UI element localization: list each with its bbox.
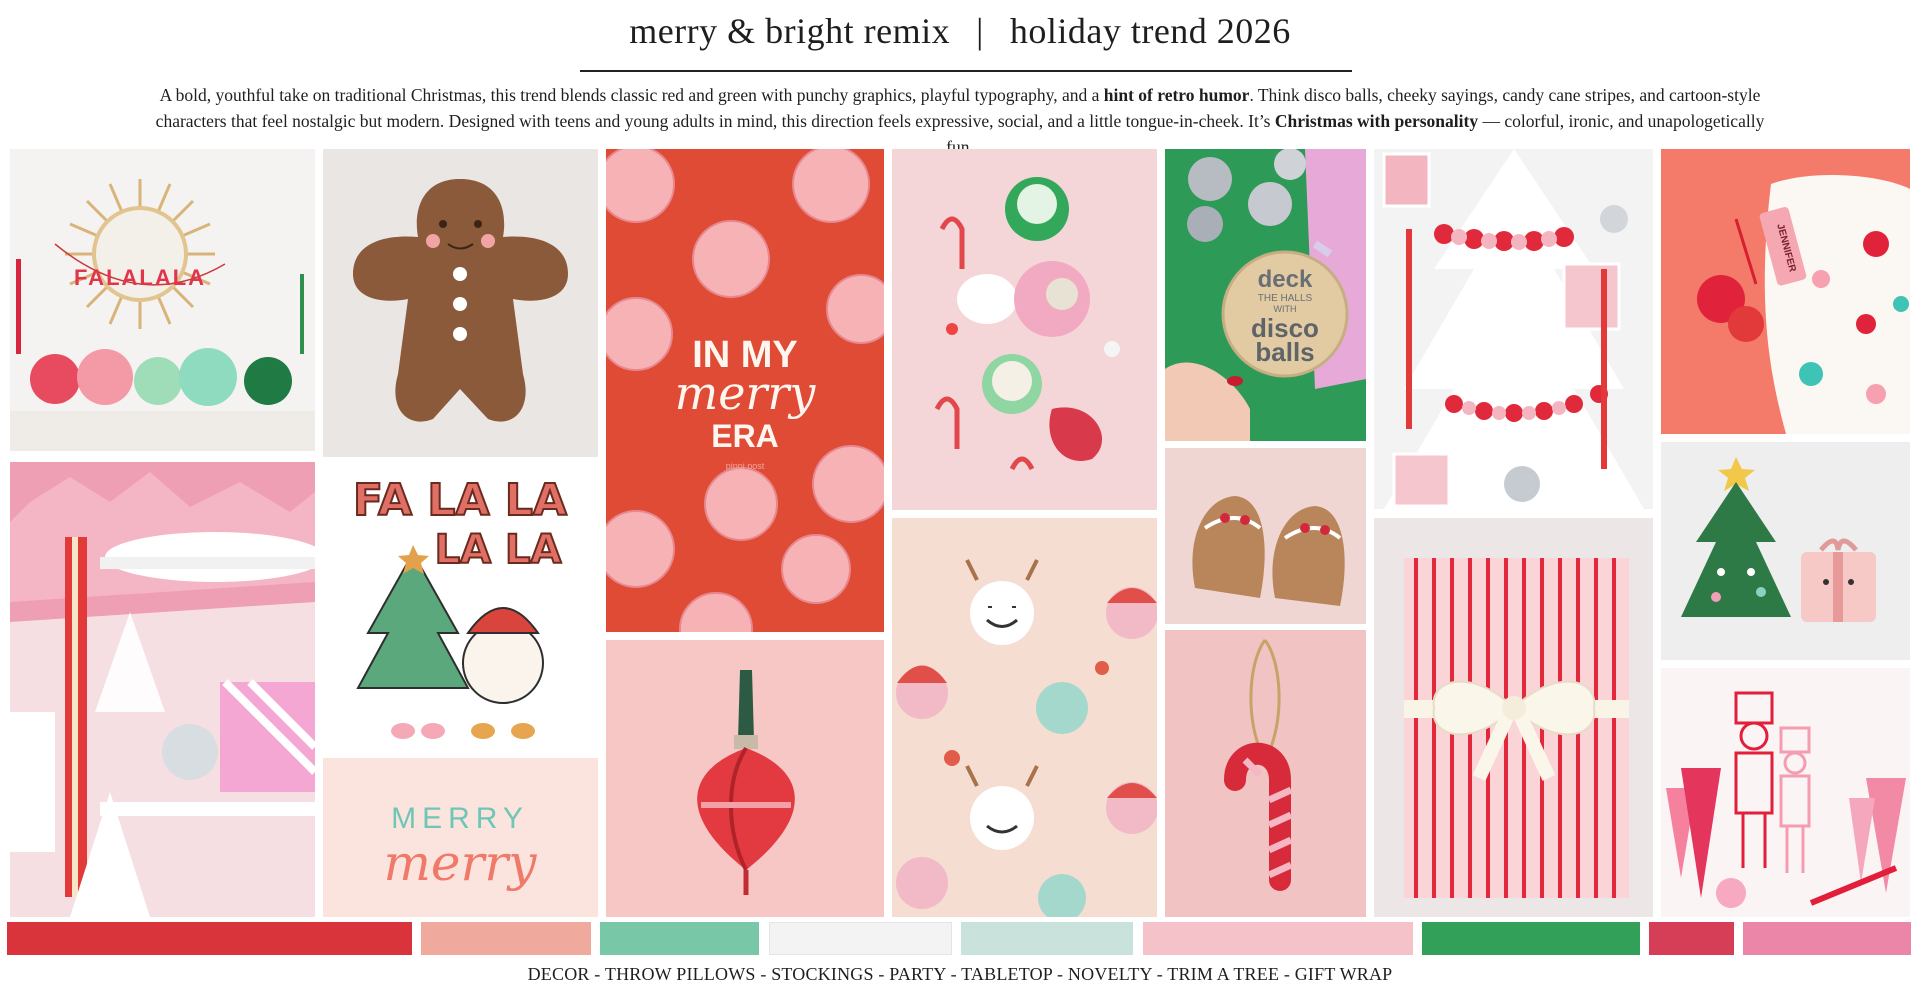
- swatch-red: [7, 922, 412, 955]
- description-highlight: hint of retro humor: [1103, 85, 1250, 105]
- merry-era-credit: pippi post: [726, 461, 765, 471]
- title-separator: |: [976, 11, 984, 51]
- merry-era-line2: merry: [675, 366, 817, 420]
- image-candy-cane-ornament: [1165, 630, 1366, 917]
- swatch-green: [1422, 922, 1640, 955]
- swatch-pale-mint: [961, 922, 1133, 955]
- deck-line5: balls: [1255, 337, 1314, 367]
- page-title: merry & bright remix | holiday trend 2026: [0, 10, 1920, 52]
- image-smiley-ornament-pattern: [892, 518, 1157, 917]
- image-candy-tableware: [892, 149, 1157, 510]
- title-right: holiday trend 2026: [1009, 11, 1291, 51]
- title-left: merry & bright remix: [629, 11, 951, 51]
- image-gingerbread-pillow: [323, 149, 598, 457]
- image-disco-balls-ornament: deck THE HALLS WITH disco balls: [1165, 149, 1366, 441]
- swatch-salmon: [421, 922, 591, 955]
- merry-era-line3: ERA: [711, 418, 779, 454]
- swatch-mint: [600, 922, 759, 955]
- image-pom-pom-stocking: JENNIFER: [1661, 149, 1910, 434]
- fa-la-la-line2: LA LA: [435, 527, 562, 573]
- image-in-my-merry-era-poster: IN MY merry ERA pippi post: [606, 149, 884, 632]
- image-merry-merry-card: MERRY merry: [323, 758, 598, 917]
- description-text: A bold, youthful take on traditional Chr…: [159, 85, 1104, 105]
- title-underline: [580, 70, 1352, 72]
- image-pink-tree-party-table: [10, 462, 315, 917]
- image-fa-la-la-graphic: FA LA LA LA LA: [323, 463, 598, 753]
- deck-line2: THE HALLS: [1258, 293, 1313, 304]
- description-highlight: Christmas with personality: [1274, 111, 1479, 131]
- category-list: DECOR - THROW PILLOWS - STOCKINGS - PART…: [527, 964, 1393, 984]
- image-gingerbread-slippers: [1165, 448, 1366, 624]
- image-nutcracker-brush-trees: [1661, 668, 1910, 917]
- merry-line1: MERRY: [391, 802, 529, 835]
- merry-line2: merry: [383, 834, 537, 892]
- swatch-pink: [1743, 922, 1911, 955]
- image-striped-gift-wrap: [1374, 518, 1653, 917]
- image-falala-mirror-decor: FALALALA: [10, 149, 315, 451]
- image-plush-tree-and-gift: [1661, 442, 1910, 660]
- fa-la-la-line1: FA LA LA: [353, 475, 567, 526]
- swatch-raspberry: [1649, 922, 1734, 955]
- falala-garland-text: FALALALA: [74, 265, 206, 290]
- swatch-white: [769, 922, 952, 955]
- image-red-glass-ornament: [606, 640, 884, 917]
- swatch-blush: [1143, 922, 1413, 955]
- deck-line1: deck: [1258, 266, 1313, 293]
- image-white-tree-garland: [1374, 149, 1653, 509]
